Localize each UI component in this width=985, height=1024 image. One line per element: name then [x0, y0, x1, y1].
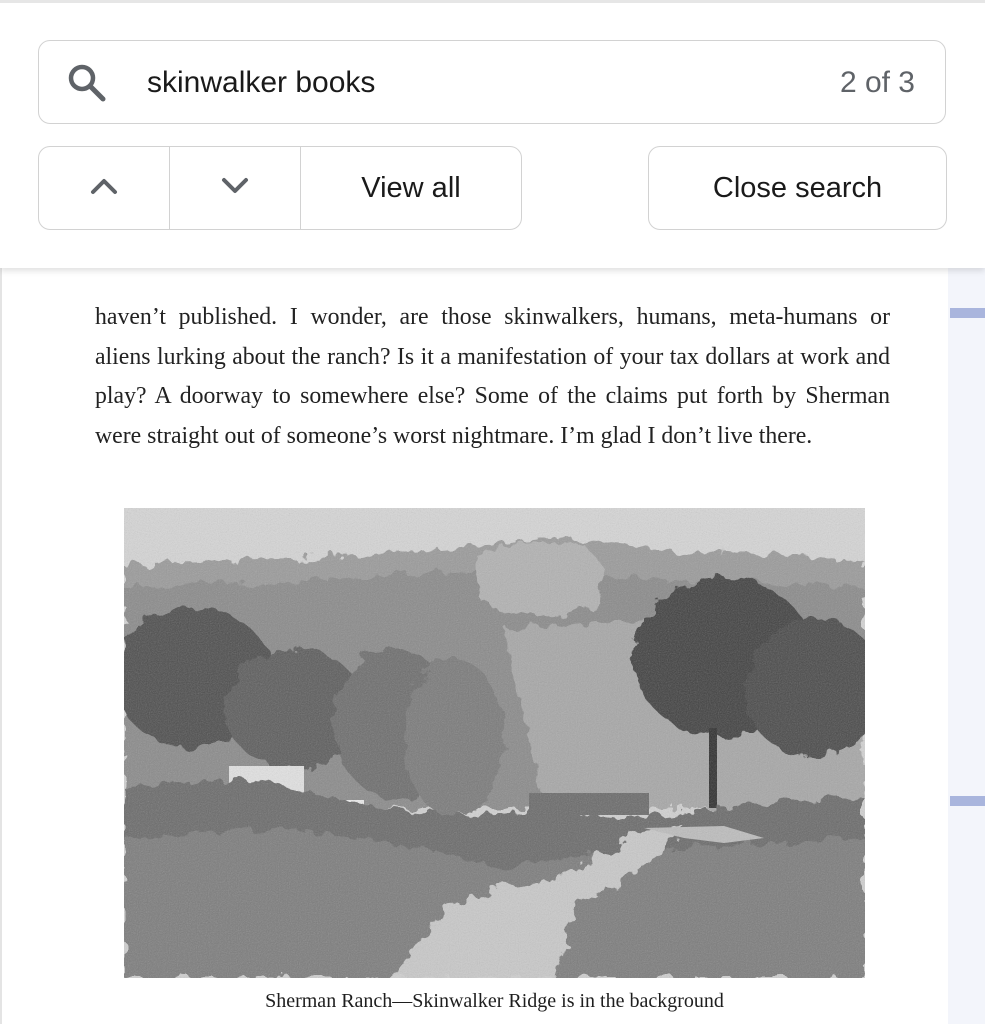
book-page: haven’t published. I wonder, are those s…: [0, 268, 985, 1024]
search-match-marker[interactable]: [950, 308, 985, 318]
top-divider: [0, 0, 985, 3]
result-navigation: View all: [38, 146, 522, 230]
search-query-text[interactable]: skinwalker books: [147, 41, 375, 125]
search-box[interactable]: skinwalker books 2 of 3: [38, 40, 946, 124]
close-search-button[interactable]: Close search: [648, 146, 947, 230]
view-all-button[interactable]: View all: [301, 147, 521, 229]
previous-result-button[interactable]: [39, 147, 170, 229]
book-paragraph: haven’t published. I wonder, are those s…: [95, 304, 890, 449]
match-count: 2 of 3: [839, 66, 915, 99]
photo-caption: Sherman Ranch—Skinwalker Ridge is in the…: [265, 990, 724, 1012]
chevron-down-icon: [220, 176, 250, 201]
ranch-photo: [124, 508, 865, 978]
search-icon: [65, 61, 109, 105]
search-match-marker[interactable]: [950, 796, 985, 806]
chevron-up-icon: [89, 176, 119, 201]
next-result-button[interactable]: [170, 147, 301, 229]
page-border: [0, 268, 2, 1024]
scroll-track[interactable]: [948, 268, 985, 1024]
find-in-page-panel: skinwalker books 2 of 3 View all Close s…: [0, 0, 985, 268]
